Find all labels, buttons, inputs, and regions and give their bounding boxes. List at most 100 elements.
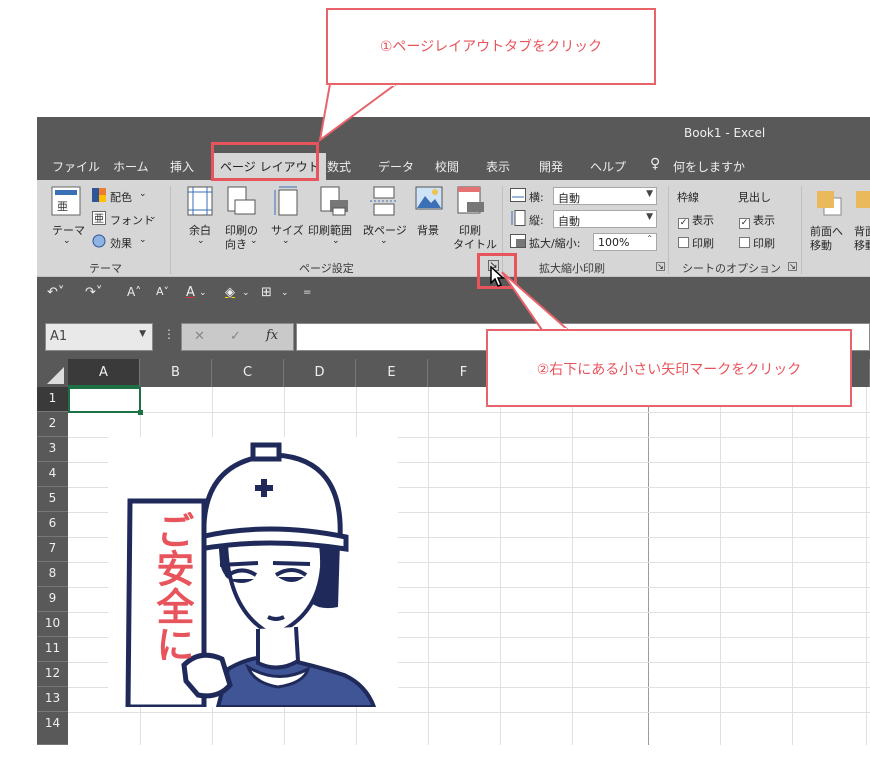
row-header[interactable]: 12 — [37, 662, 68, 687]
ribbon-tab-bar: ファイル ホーム 挿入 ページ レイアウト 数式 データ 校閲 表示 開発 ヘル… — [37, 150, 870, 180]
select-all-button[interactable] — [37, 359, 68, 387]
active-cell-a1[interactable] — [68, 387, 143, 415]
row-header[interactable]: 3 — [37, 437, 68, 462]
effects-button[interactable]: 効果 — [110, 235, 132, 251]
row-header[interactable]: 13 — [37, 687, 68, 712]
headings-print-checkbox[interactable]: 印刷 — [739, 235, 775, 251]
lightbulb-icon: ♀ — [650, 156, 661, 172]
highlight-page-layout-tab — [211, 142, 319, 181]
chevron-down-icon[interactable]: ⌄ — [199, 288, 207, 298]
column-header-d[interactable]: D — [284, 359, 356, 387]
print-area-icon — [320, 186, 348, 216]
column-header-a[interactable]: A — [68, 359, 140, 387]
row-header[interactable]: 8 — [37, 562, 68, 587]
row-header[interactable]: 1 — [37, 387, 68, 412]
tab-file[interactable]: ファイル — [52, 158, 100, 175]
more-options-icon[interactable]: ⋮ — [163, 327, 175, 341]
print-titles-icon — [457, 186, 484, 214]
width-icon — [510, 188, 526, 202]
borders-icon[interactable]: ⊞ — [261, 285, 272, 300]
tab-formulas[interactable]: 数式 — [327, 158, 351, 175]
width-select[interactable]: 自動 ▼ — [553, 187, 657, 205]
tab-home[interactable]: ホーム — [113, 158, 149, 175]
name-box[interactable]: A1 ▼ — [45, 323, 153, 351]
tell-me-search[interactable]: 何をしますか — [673, 158, 745, 175]
page-break-line — [648, 387, 649, 745]
sheet-options-dialog-launcher[interactable]: ↘ — [788, 262, 797, 271]
increase-font-icon[interactable]: A˄ — [127, 285, 141, 299]
orientation-button-line2[interactable]: 向き — [225, 236, 247, 252]
tab-view[interactable]: 表示 — [486, 158, 510, 175]
row-header[interactable]: 4 — [37, 462, 68, 487]
print-titles-button-line2[interactable]: タイトル — [453, 236, 497, 252]
send-backward-button-line2[interactable]: 移動 — [854, 237, 870, 253]
gridlines-view-label: 表示 — [692, 214, 714, 227]
chevron-down-icon[interactable]: ⌄ — [281, 288, 289, 298]
scale-dialog-launcher[interactable]: ↘ — [656, 262, 665, 271]
column-header-b[interactable]: B — [140, 359, 212, 387]
chevron-down-icon[interactable]: ⌄ — [242, 288, 250, 298]
gridline — [866, 387, 867, 745]
margins-icon — [187, 186, 213, 216]
colors-icon — [92, 188, 106, 202]
gridline — [500, 387, 501, 745]
tab-data[interactable]: データ — [378, 158, 414, 175]
chevron-down-icon: ⌄ — [63, 236, 71, 246]
scale-spinner[interactable]: 100% ⌃ — [593, 233, 657, 251]
colors-button[interactable]: 配色 — [110, 189, 132, 205]
row-header[interactable]: 11 — [37, 637, 68, 662]
background-button[interactable]: 背景 — [417, 222, 439, 238]
headings-view-checkbox[interactable]: ✓ 表示 — [739, 212, 775, 229]
fill-color-icon[interactable]: ◈ — [225, 285, 235, 300]
height-label: 縦: — [529, 214, 544, 227]
insert-function-icon[interactable]: fx — [266, 328, 278, 343]
row-header[interactable]: 14 — [37, 712, 68, 745]
column-header-e[interactable]: E — [356, 359, 428, 387]
check-icon: ✓ — [678, 218, 689, 229]
row-header[interactable]: 7 — [37, 537, 68, 562]
svg-text:亜: 亜 — [57, 200, 68, 213]
headings-view-label: 表示 — [753, 214, 775, 227]
tab-help[interactable]: ヘルプ — [590, 158, 626, 175]
headings-print-label: 印刷 — [753, 237, 775, 250]
callout-step-1: ①ページレイアウトタブをクリック — [326, 8, 656, 85]
fill-handle[interactable] — [138, 410, 143, 415]
tab-review[interactable]: 校閲 — [435, 158, 459, 175]
empty-checkbox-icon — [678, 237, 689, 248]
customize-qat-icon[interactable]: = — [303, 287, 311, 298]
width-label: 横: — [529, 191, 544, 204]
gridlines-view-checkbox[interactable]: ✓ 表示 — [678, 212, 714, 229]
gridline — [792, 387, 793, 745]
sign-text: ご安全に — [150, 511, 194, 663]
callout-2-pointer — [501, 271, 571, 332]
check-icon: ✓ — [739, 218, 750, 229]
height-icon — [511, 210, 526, 226]
row-header[interactable]: 9 — [37, 587, 68, 612]
cancel-icon[interactable]: ✕ — [194, 329, 205, 344]
height-select[interactable]: 自動 ▼ — [553, 210, 657, 228]
size-icon — [274, 186, 298, 216]
row-header[interactable]: 6 — [37, 512, 68, 537]
tab-developer[interactable]: 開発 — [539, 158, 563, 175]
decrease-font-icon[interactable]: A˅ — [156, 285, 169, 298]
print-area-button[interactable]: 印刷範囲 — [308, 222, 352, 238]
row-header[interactable]: 5 — [37, 487, 68, 512]
fonts-button[interactable]: フォント — [110, 212, 154, 228]
gridlines-print-checkbox[interactable]: 印刷 — [678, 235, 714, 251]
row-header[interactable]: 10 — [37, 612, 68, 637]
bring-forward-button-line2[interactable]: 移動 — [810, 237, 832, 253]
font-color-icon[interactable]: A — [186, 285, 195, 300]
column-header-c[interactable]: C — [212, 359, 284, 387]
enter-icon[interactable]: ✓ — [230, 329, 241, 344]
headings-label: 見出し — [738, 191, 771, 204]
scale-icon — [510, 234, 526, 248]
window-title: Book1 - Excel — [684, 126, 766, 140]
redo-icon[interactable]: ↷˅ — [85, 285, 102, 300]
spinner-arrows-icon[interactable]: ⌃ — [646, 234, 653, 243]
row-header[interactable]: 2 — [37, 412, 68, 437]
chevron-down-icon[interactable]: ▼ — [139, 329, 146, 339]
tab-insert[interactable]: 挿入 — [170, 158, 194, 175]
name-box-value: A1 — [50, 329, 68, 344]
undo-icon[interactable]: ↶˅ — [47, 285, 64, 300]
chevron-down-icon: ▼ — [646, 212, 653, 222]
